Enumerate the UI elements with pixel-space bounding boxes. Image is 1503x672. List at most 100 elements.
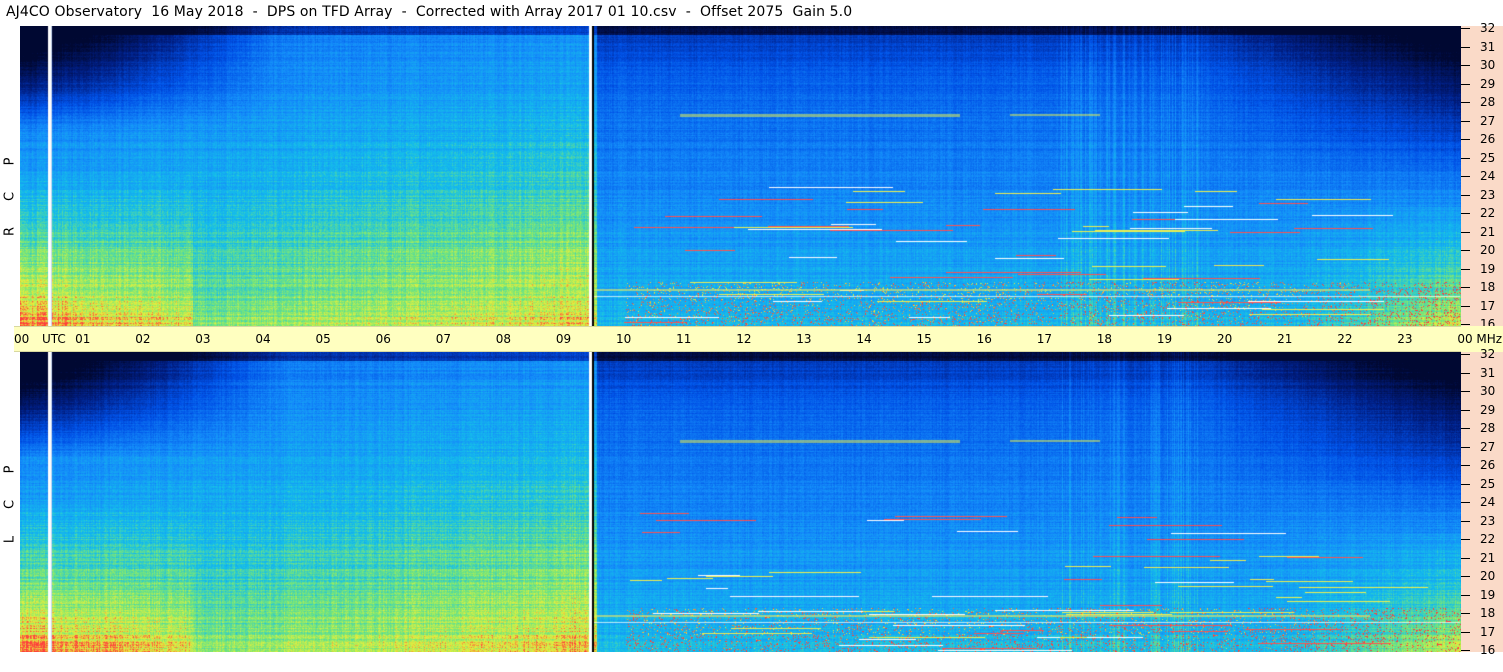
freq-label: 31: [1480, 40, 1496, 54]
freq-label: 28: [1480, 95, 1496, 109]
freq-label: 19: [1480, 588, 1496, 602]
lcp-letter-l: L: [2, 535, 18, 544]
freq-tick: [1461, 195, 1470, 196]
hour-label: 16: [976, 332, 992, 346]
freq-label: 20: [1480, 243, 1496, 257]
time-axis: 00 UTC 01 02 03 04 05 06 07 08 09 10 11 12 13 14 15 16 17 1…: [14, 326, 1502, 352]
hour-label: 06: [375, 332, 391, 346]
freq-label: 23: [1480, 514, 1496, 528]
freq-label: 16: [1480, 643, 1496, 657]
freq-label: 24: [1480, 495, 1496, 509]
freq-tick: [1461, 121, 1470, 122]
hour-label: 09: [555, 332, 572, 346]
freq-tick: [1461, 306, 1470, 307]
lcp-spectrogram: [20, 352, 1461, 652]
freq-label: 32: [1480, 347, 1496, 361]
utc-label: UTC: [42, 332, 66, 346]
rcp-spectrogram-image: [20, 26, 1461, 326]
freq-label: 24: [1480, 169, 1496, 183]
freq-label: 30: [1480, 384, 1496, 398]
freq-tick: [1461, 373, 1470, 374]
hour-label: 22: [1337, 332, 1353, 346]
freq-label: 21: [1480, 225, 1496, 239]
freq-label: 30: [1480, 58, 1496, 72]
freq-tick: [1461, 158, 1470, 159]
title-text: AJ4CO Observatory 16 May 2018 - DPS on T…: [6, 4, 853, 20]
hour-label: 11: [676, 332, 692, 346]
freq-label: 31: [1480, 366, 1496, 380]
hour-label: 05: [315, 332, 331, 346]
freq-tick: [1461, 576, 1470, 577]
freq-tick: [1461, 28, 1470, 29]
freq-tick: [1461, 558, 1470, 559]
freq-label: 32: [1480, 21, 1496, 35]
freq-tick: [1461, 354, 1470, 355]
rcp-side-label: P C R: [0, 26, 20, 326]
rcp-letter-r: R: [2, 226, 18, 237]
freq-tick: [1461, 410, 1470, 411]
freq-tick: [1461, 650, 1470, 651]
lcp-side-label: P C L: [0, 352, 20, 672]
freq-tick: [1461, 391, 1470, 392]
freq-label: 17: [1480, 299, 1496, 313]
hour-label: 07: [435, 332, 451, 346]
freq-tick: [1461, 213, 1470, 214]
freq-tick: [1461, 502, 1470, 503]
freq-tick: [1461, 176, 1470, 177]
lcp-frequency-axis: 32 31 30 29 28 27 26 25 24 23 22 21 20 19 18 17 16: [1461, 348, 1503, 656]
hour-label: 21: [1277, 332, 1293, 346]
freq-tick: [1461, 324, 1470, 325]
rcp-letter-c: C: [2, 191, 18, 202]
freq-label: 20: [1480, 569, 1496, 583]
hour-label: 08: [495, 332, 512, 346]
hour-label: 23: [1397, 332, 1413, 346]
freq-tick: [1461, 250, 1470, 251]
freq-label: 26: [1480, 458, 1496, 472]
freq-label: 26: [1480, 132, 1496, 146]
hour-label: 00: [1457, 332, 1473, 346]
freq-tick: [1461, 65, 1470, 66]
hour-label: 10: [616, 332, 632, 346]
hour-label: 18: [1096, 332, 1113, 346]
hour-label: 17: [1036, 332, 1052, 346]
freq-tick: [1461, 428, 1470, 429]
freq-tick: [1461, 139, 1470, 140]
hour-label: 15: [916, 332, 932, 346]
freq-label: 25: [1480, 151, 1496, 165]
mhz-label: MHz: [1476, 332, 1503, 346]
freq-tick: [1461, 521, 1470, 522]
freq-tick: [1461, 232, 1470, 233]
hour-label: 02: [135, 332, 151, 346]
freq-tick: [1461, 595, 1470, 596]
freq-label: 27: [1480, 114, 1496, 128]
freq-label: 18: [1480, 606, 1496, 620]
freq-label: 17: [1480, 625, 1496, 639]
hour-label: 03: [195, 332, 211, 346]
freq-label: 22: [1480, 532, 1496, 546]
hour-label: 00: [14, 332, 30, 346]
freq-tick: [1461, 613, 1470, 614]
freq-tick: [1461, 84, 1470, 85]
hour-label: 04: [255, 332, 271, 346]
freq-label: 23: [1480, 188, 1496, 202]
freq-tick: [1461, 447, 1470, 448]
freq-tick: [1461, 632, 1470, 633]
rcp-spectrogram: [20, 26, 1461, 326]
freq-tick: [1461, 465, 1470, 466]
freq-label: 29: [1480, 77, 1496, 91]
rcp-letter-p: P: [2, 157, 18, 166]
freq-label: 28: [1480, 421, 1496, 435]
freq-label: 19: [1480, 262, 1496, 276]
freq-tick: [1461, 102, 1470, 103]
hour-label: 12: [736, 332, 752, 346]
freq-label: 22: [1480, 206, 1496, 220]
freq-tick: [1461, 287, 1470, 288]
hour-label: 14: [856, 332, 872, 346]
freq-tick: [1461, 539, 1470, 540]
title-bar: AJ4CO Observatory 16 May 2018 - DPS on T…: [0, 0, 1461, 26]
rcp-frequency-axis: 32 31 30 29 28 27 26 25 24 23 22 21 20 19 18 17 16: [1461, 22, 1503, 330]
freq-label: 18: [1480, 280, 1496, 294]
hour-label: 20: [1217, 332, 1233, 346]
lcp-spectrogram-image: [20, 352, 1461, 652]
freq-label: 29: [1480, 403, 1496, 417]
